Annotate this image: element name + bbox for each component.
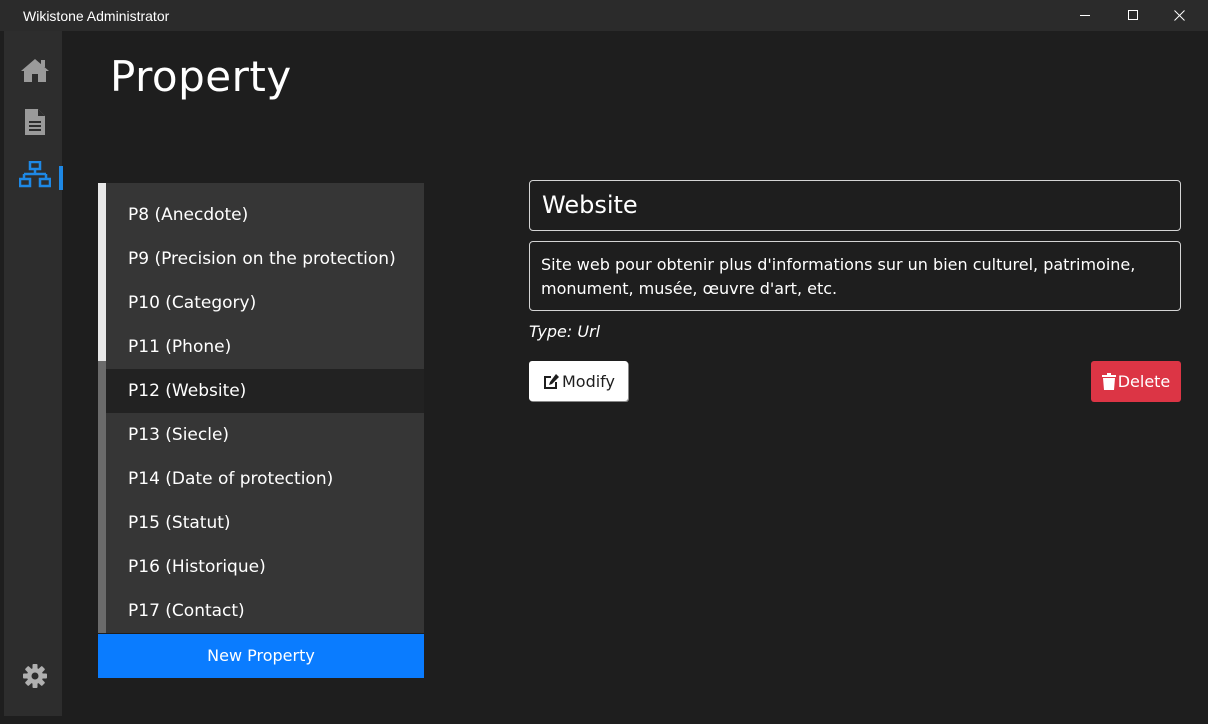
page-title: Property xyxy=(110,52,292,101)
list-item[interactable]: P9 (Precision on the protection) xyxy=(106,237,424,281)
property-type-label: Type: Url xyxy=(529,322,601,341)
modify-label: Modify xyxy=(561,371,615,391)
list-item[interactable]: P13 (Siecle) xyxy=(106,413,424,457)
list-item[interactable]: P8 (Anecdote) xyxy=(106,193,424,237)
window-title: Wikistone Administrator xyxy=(23,8,170,24)
sidebar-item-properties[interactable] xyxy=(18,158,52,192)
gear-icon xyxy=(23,664,47,688)
close-icon xyxy=(1173,10,1185,21)
maximize-button[interactable] xyxy=(1110,0,1156,31)
close-button[interactable] xyxy=(1156,0,1202,31)
edit-icon xyxy=(543,373,559,389)
settings-button[interactable] xyxy=(18,659,52,693)
maximize-icon xyxy=(1127,10,1138,20)
sitemap-icon xyxy=(19,161,51,188)
list-scrollbar[interactable] xyxy=(98,183,106,633)
list-item-selected[interactable]: P12 (Website) xyxy=(106,369,424,413)
list-item[interactable]: P15 (Statut) xyxy=(106,501,424,545)
trash-icon xyxy=(1101,373,1116,390)
scrollbar-thumb[interactable] xyxy=(98,183,106,361)
delete-button[interactable]: Delete xyxy=(1091,361,1181,402)
bottom-edge xyxy=(0,716,1208,724)
list-item[interactable]: P11 (Phone) xyxy=(106,325,424,369)
property-list: P8 (Anecdote) P9 (Precision on the prote… xyxy=(98,183,424,633)
sidebar xyxy=(0,31,63,724)
sidebar-item-documents[interactable] xyxy=(18,105,52,139)
sidebar-item-home[interactable] xyxy=(18,53,52,87)
home-icon xyxy=(21,59,49,82)
modify-button[interactable]: Modify xyxy=(529,361,628,401)
list-item[interactable]: P10 (Category) xyxy=(106,281,424,325)
property-description-field[interactable]: Site web pour obtenir plus d'information… xyxy=(529,241,1181,311)
document-icon xyxy=(25,109,45,135)
delete-label: Delete xyxy=(1117,372,1171,391)
active-indicator xyxy=(59,166,63,190)
title-bar: Wikistone Administrator xyxy=(0,0,1208,31)
list-item[interactable]: P16 (Historique) xyxy=(106,545,424,589)
property-name-field[interactable]: Website xyxy=(529,180,1181,231)
list-item[interactable]: P14 (Date of protection) xyxy=(106,457,424,501)
minimize-button[interactable] xyxy=(1062,0,1108,31)
list-item[interactable]: P17 (Contact) xyxy=(106,589,424,633)
minimize-icon xyxy=(1079,15,1090,16)
new-property-button[interactable]: New Property xyxy=(98,634,424,678)
